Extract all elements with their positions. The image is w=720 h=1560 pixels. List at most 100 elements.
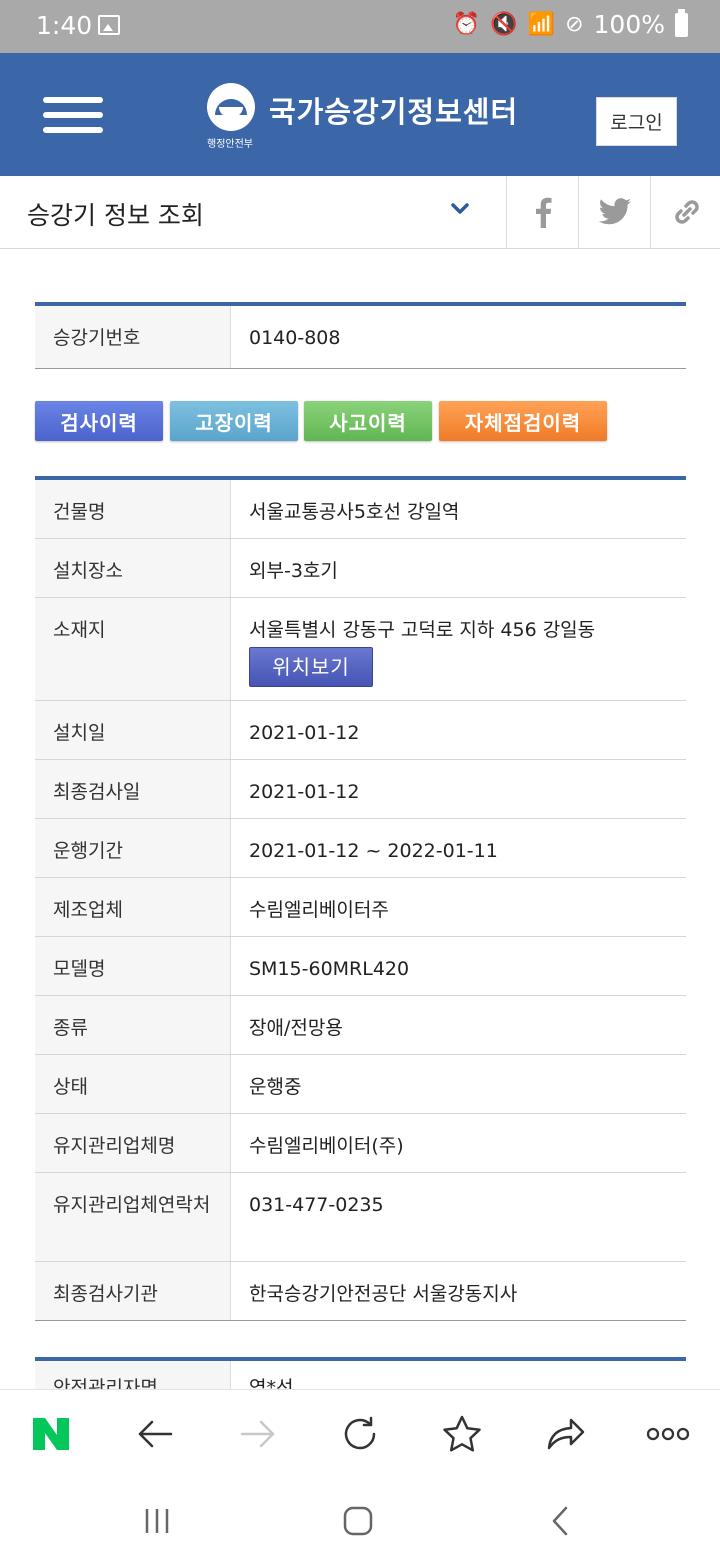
twitter-share-button[interactable] xyxy=(578,176,650,248)
reload-icon xyxy=(344,1416,376,1450)
link-icon xyxy=(674,200,699,224)
facebook-icon xyxy=(535,197,551,228)
browser-toolbar xyxy=(0,1389,720,1479)
twitter-icon xyxy=(598,198,631,225)
row-value: 수림엘리베이터(주) xyxy=(249,1135,404,1157)
wifi-icon: 📶 xyxy=(527,11,556,37)
chevron-down-icon[interactable] xyxy=(449,198,471,220)
status-bar: 1:40 ⏰ 🔇 📶 ⊘ 100% xyxy=(0,0,720,53)
row-value: SM15-60MRL420 xyxy=(249,958,410,980)
share-icon xyxy=(547,1418,585,1450)
more-options-button[interactable] xyxy=(646,1412,690,1456)
row-label: 제조업체 xyxy=(35,878,231,936)
row-label: 안전관리자명 xyxy=(35,1361,231,1390)
row-value: 수림엘리베이터주 xyxy=(249,899,389,921)
battery-percent: 100% xyxy=(593,10,665,39)
reload-button[interactable] xyxy=(338,1412,382,1456)
menu-icon[interactable] xyxy=(43,97,103,137)
elevator-number-table: 승강기번호 0140-808 xyxy=(35,302,686,369)
back-nav-button[interactable] xyxy=(540,1501,580,1541)
bookmark-button[interactable] xyxy=(440,1412,484,1456)
failure-history-button[interactable]: 고장이력 xyxy=(170,401,298,441)
site-header: 행정안전부 국가승강기정보센터 로그인 xyxy=(0,53,720,176)
elevator-details-table: 건물명 서울교통공사5호선 강일역 설치장소 외부-3호기 소재지 서울특별시 … xyxy=(35,476,686,1321)
row-label: 설치장소 xyxy=(35,539,231,597)
status-icons: ⏰ 🔇 📶 ⊘ 100% xyxy=(452,8,688,39)
table-row: 최종검사기관 한국승강기안전공단 서울강동지사 xyxy=(35,1262,686,1321)
table-row: 유지관리업체명 수림엘리베이터(주) xyxy=(35,1114,686,1173)
back-chevron-icon xyxy=(552,1506,568,1536)
row-value: 서울교통공사5호선 강일역 xyxy=(249,501,460,523)
view-location-button[interactable]: 위치보기 xyxy=(249,647,373,687)
table-row: 설치장소 외부-3호기 xyxy=(35,539,686,598)
row-label: 상태 xyxy=(35,1055,231,1113)
arrow-right-icon xyxy=(240,1420,275,1448)
share-button[interactable] xyxy=(544,1412,588,1456)
row-value: 운행중 xyxy=(249,1076,302,1098)
row-label: 건물명 xyxy=(35,480,231,538)
site-title: 국가승강기정보센터 xyxy=(269,95,519,129)
recent-apps-icon xyxy=(145,1509,169,1533)
row-value: 외부-3호기 xyxy=(249,560,338,582)
table-row: 안전관리자명 염*선 xyxy=(35,1361,686,1390)
status-time: 1:40 xyxy=(36,11,93,40)
back-button[interactable] xyxy=(133,1412,177,1456)
row-value: 2021-01-12 ~ 2022-01-11 xyxy=(249,840,498,862)
more-icon xyxy=(646,1427,690,1441)
row-label: 유지관리업체연락처 xyxy=(35,1173,231,1261)
table-row: 모델명 SM15-60MRL420 xyxy=(35,937,686,996)
row-label: 소재지 xyxy=(35,598,231,700)
row-label: 설치일 xyxy=(35,701,231,759)
safety-manager-table: 안전관리자명 염*선 xyxy=(35,1357,686,1390)
alarm-icon: ⏰ xyxy=(452,11,481,37)
copy-link-button[interactable] xyxy=(650,176,720,248)
login-button[interactable]: 로그인 xyxy=(596,97,677,146)
row-value: 장애/전망용 xyxy=(249,1017,343,1039)
row-label: 최종검사기관 xyxy=(35,1262,231,1320)
table-row: 종류 장애/전망용 xyxy=(35,996,686,1055)
naver-home-button[interactable] xyxy=(29,1412,73,1456)
government-emblem-icon xyxy=(207,83,255,131)
table-row: 최종검사일 2021-01-12 xyxy=(35,760,686,819)
page-title-bar: 승강기 정보 조회 xyxy=(0,176,720,249)
table-row: 소재지 서울특별시 강동구 고덕로 지하 456 강일동 위치보기 xyxy=(35,598,686,701)
accident-history-button[interactable]: 사고이력 xyxy=(304,401,432,441)
row-value: 031-477-0235 xyxy=(249,1194,384,1216)
row-label: 종류 xyxy=(35,996,231,1054)
row-label: 최종검사일 xyxy=(35,760,231,818)
home-button[interactable] xyxy=(338,1501,378,1541)
inspection-history-button[interactable]: 검사이력 xyxy=(35,401,163,441)
table-row: 상태 운행중 xyxy=(35,1055,686,1114)
table-row: 유지관리업체연락처 031-477-0235 xyxy=(35,1173,686,1262)
forward-button[interactable] xyxy=(236,1412,280,1456)
row-value: 2021-01-12 xyxy=(249,781,360,803)
address-cell: 서울특별시 강동구 고덕로 지하 456 강일동 위치보기 xyxy=(231,598,686,700)
page-title[interactable]: 승강기 정보 조회 xyxy=(27,196,204,232)
row-label: 운행기간 xyxy=(35,819,231,877)
org-label: 행정안전부 xyxy=(207,139,253,150)
battery-icon xyxy=(675,8,688,37)
row-value: 염*선 xyxy=(249,1377,294,1390)
table-row: 운행기간 2021-01-12 ~ 2022-01-11 xyxy=(35,819,686,878)
elevator-number-value: 0140-808 xyxy=(249,327,341,349)
self-inspection-history-button[interactable]: 자체점검이력 xyxy=(439,401,607,441)
arrow-left-icon xyxy=(138,1420,173,1448)
site-logo[interactable]: 행정안전부 국가승강기정보센터 xyxy=(207,83,527,153)
row-label: 유지관리업체명 xyxy=(35,1114,231,1172)
elevator-number-label: 승강기번호 xyxy=(35,306,231,368)
row-label: 모델명 xyxy=(35,937,231,995)
row-value: 서울특별시 강동구 고덕로 지하 456 강일동 xyxy=(249,619,596,641)
facebook-share-button[interactable] xyxy=(506,176,578,248)
gallery-icon xyxy=(98,15,120,35)
home-icon xyxy=(343,1506,373,1536)
table-row: 승강기번호 0140-808 xyxy=(35,306,686,369)
table-row: 설치일 2021-01-12 xyxy=(35,701,686,760)
system-navigation-bar xyxy=(0,1479,720,1560)
recent-apps-button[interactable] xyxy=(137,1501,177,1541)
table-row: 제조업체 수림엘리베이터주 xyxy=(35,878,686,937)
dnd-icon: ⊘ xyxy=(565,11,584,37)
row-value: 2021-01-12 xyxy=(249,722,360,744)
mute-icon: 🔇 xyxy=(490,11,518,37)
star-icon xyxy=(443,1415,481,1452)
row-value: 한국승강기안전공단 서울강동지사 xyxy=(249,1283,518,1305)
